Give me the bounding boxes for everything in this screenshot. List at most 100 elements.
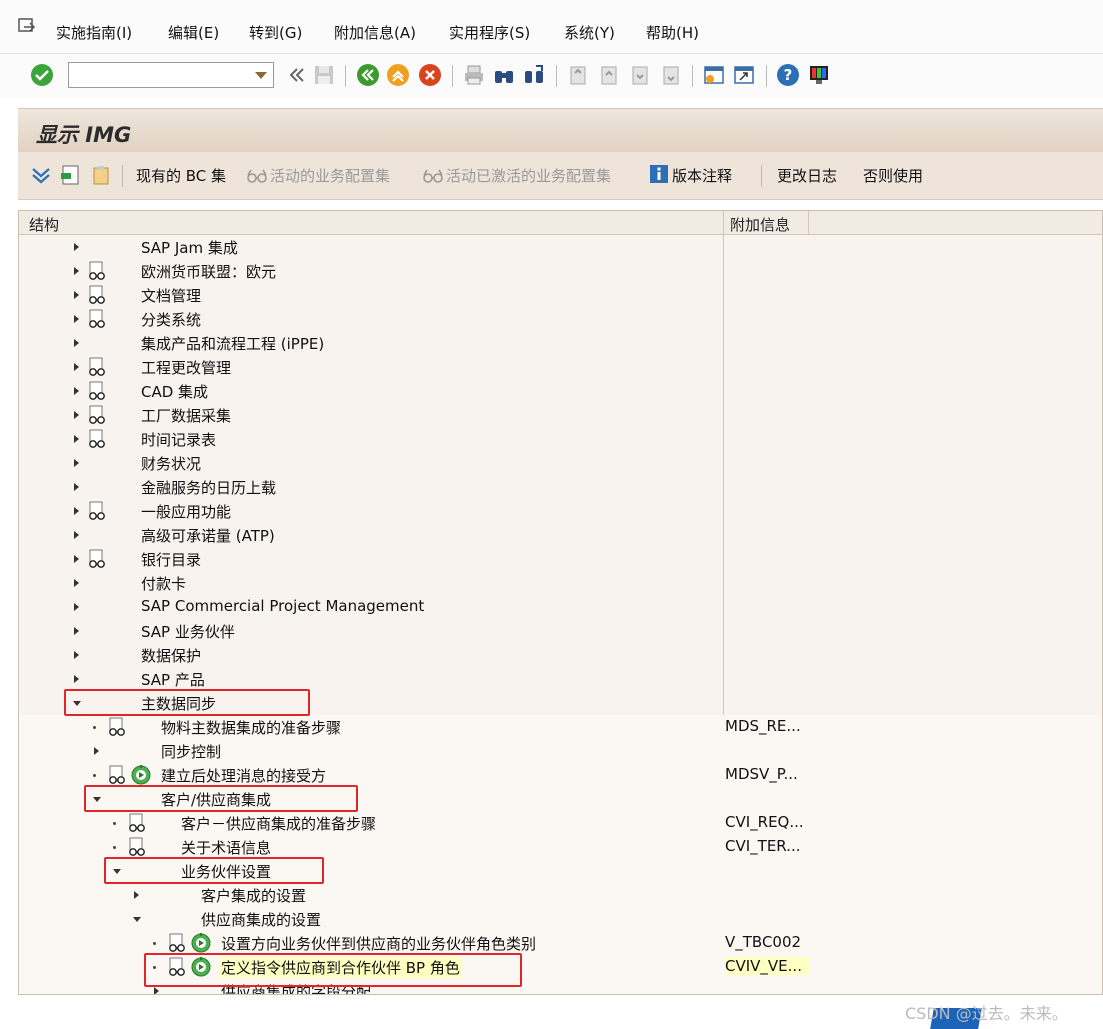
release-notes-button[interactable]: 版本注释 [672, 165, 732, 186]
dropdown-arrow-icon[interactable] [255, 72, 267, 79]
collapse-left-icon[interactable] [284, 63, 308, 87]
menu-item-guide[interactable]: 实施指南(I) [56, 22, 132, 43]
tree-node[interactable]: 文档管理 [19, 283, 1102, 307]
documentation-glasses-icon[interactable] [87, 549, 107, 569]
tree-node[interactable]: 工厂数据采集 [19, 403, 1102, 427]
help-icon[interactable]: ? [776, 63, 800, 87]
tree-node-label[interactable]: 客户－供应商集成的准备步骤 [179, 813, 378, 834]
tree-node-label[interactable]: 时间记录表 [139, 429, 218, 450]
documentation-glasses-icon[interactable] [167, 933, 187, 953]
expand-node-icon[interactable] [134, 891, 139, 899]
expand-node-icon[interactable] [74, 435, 79, 443]
tree-node[interactable]: 客户集成的设置 [19, 883, 1102, 907]
change-log-button[interactable]: 更改日志 [777, 165, 837, 186]
expand-node-icon[interactable] [74, 531, 79, 539]
documentation-glasses-icon[interactable] [87, 357, 107, 377]
documentation-glasses-icon[interactable] [87, 405, 107, 425]
column-header-additional-info[interactable]: 附加信息 [730, 214, 790, 235]
tree-node[interactable]: SAP Jam 集成 [19, 235, 1102, 259]
tree-node[interactable]: 数据保护 [19, 643, 1102, 667]
execute-activity-icon[interactable] [191, 933, 211, 953]
tree-node-label[interactable]: 高级可承诺量 (ATP) [139, 525, 277, 546]
find-icon[interactable] [492, 63, 516, 87]
execute-activity-icon[interactable] [131, 765, 151, 785]
expand-node-icon[interactable] [74, 483, 79, 491]
expand-node-icon[interactable] [74, 459, 79, 467]
expand-node-icon[interactable] [154, 987, 159, 994]
menu-item-utilities[interactable]: 实用程序(S) [449, 22, 530, 43]
expand-node-icon[interactable] [74, 507, 79, 515]
tree-node-label[interactable]: 客户集成的设置 [199, 885, 308, 906]
tree-node-label[interactable]: 供应商集成的设置 [199, 909, 323, 930]
tree-node[interactable]: 分类系统 [19, 307, 1102, 331]
expand-node-icon[interactable] [74, 243, 79, 251]
cancel-icon[interactable] [418, 63, 442, 87]
tree-node-label[interactable]: 集成产品和流程工程 (iPPE) [139, 333, 326, 354]
tree-node[interactable]: 工程更改管理 [19, 355, 1102, 379]
documentation-glasses-icon[interactable] [87, 501, 107, 521]
tree-node[interactable]: 财务状况 [19, 451, 1102, 475]
first-page-icon[interactable] [566, 63, 590, 87]
tree-node[interactable]: 设置方向业务伙伴到供应商的业务伙伴角色类别 V_TBC002 [19, 931, 1102, 955]
enter-check-icon[interactable] [30, 63, 54, 87]
info-icon[interactable] [649, 164, 669, 184]
documentation-glasses-icon[interactable] [127, 813, 147, 833]
tree-node[interactable]: 欧洲货币联盟：欧元 [19, 259, 1102, 283]
tree-node[interactable]: 物料主数据集成的准备步骤 MDS_RE... [19, 715, 1102, 739]
tree-node[interactable]: 建立后处理消息的接受方 MDSV_P... [19, 763, 1102, 787]
tree-node[interactable]: 时间记录表 [19, 427, 1102, 451]
menu-item-extras[interactable]: 附加信息(A) [334, 22, 416, 43]
tree-node[interactable]: 集成产品和流程工程 (iPPE) [19, 331, 1102, 355]
tree-node[interactable]: 客户－供应商集成的准备步骤 CVI_REQ... [19, 811, 1102, 835]
structure-icon[interactable] [60, 164, 82, 186]
tree-node-label[interactable]: SAP 业务伙伴 [139, 621, 237, 642]
expand-node-icon[interactable] [74, 291, 79, 299]
clipboard-icon[interactable] [90, 164, 112, 186]
find-next-icon[interactable] [522, 63, 546, 87]
expand-node-icon[interactable] [74, 339, 79, 347]
command-field[interactable] [68, 62, 274, 88]
tree-node-label[interactable]: 财务状况 [139, 453, 203, 474]
tree-node-label[interactable]: 同步控制 [159, 741, 223, 762]
new-session-icon[interactable] [702, 63, 726, 87]
tree-node-label[interactable]: SAP Commercial Project Management [139, 597, 426, 615]
documentation-glasses-icon[interactable] [127, 837, 147, 857]
tree-node-label[interactable]: 工程更改管理 [139, 357, 233, 378]
tree-node-label[interactable]: 文档管理 [139, 285, 203, 306]
existing-bc-sets-button[interactable]: 现有的 BC 集 [136, 165, 226, 186]
documentation-glasses-icon[interactable] [107, 765, 127, 785]
tree-node-label[interactable]: 数据保护 [139, 645, 203, 666]
expand-node-icon[interactable] [74, 267, 79, 275]
exit-icon[interactable] [386, 63, 410, 87]
next-page-icon[interactable] [628, 63, 652, 87]
tree-node-label[interactable]: 一般应用功能 [139, 501, 233, 522]
tree-node[interactable]: 一般应用功能 [19, 499, 1102, 523]
save-icon[interactable] [312, 63, 336, 87]
expand-node-icon[interactable] [74, 651, 79, 659]
tree-node-label[interactable]: 欧洲货币联盟：欧元 [139, 261, 278, 282]
expand-node-icon[interactable] [74, 675, 79, 683]
tree-node[interactable]: SAP 业务伙伴 [19, 619, 1102, 643]
expand-all-icon[interactable] [30, 164, 52, 186]
tree-node[interactable]: CAD 集成 [19, 379, 1102, 403]
tree-node-label[interactable]: 物料主数据集成的准备步骤 [159, 717, 343, 738]
menu-item-system[interactable]: 系统(Y) [564, 22, 615, 43]
back-icon[interactable] [356, 63, 380, 87]
otherwise-used-button[interactable]: 否则使用 [863, 165, 923, 186]
tree-node-label[interactable]: 金融服务的日历上载 [139, 477, 278, 498]
menu-item-edit[interactable]: 编辑(E) [168, 22, 219, 43]
expand-node-icon[interactable] [74, 387, 79, 395]
activated-bc-sets-button[interactable]: 活动已激活的业务配置集 [446, 165, 611, 186]
documentation-glasses-icon[interactable] [87, 429, 107, 449]
tree-node-label[interactable]: 设置方向业务伙伴到供应商的业务伙伴角色类别 [219, 933, 538, 954]
shortcut-icon[interactable] [732, 63, 756, 87]
print-icon[interactable] [462, 63, 486, 87]
tree-node-label[interactable]: CAD 集成 [139, 381, 210, 402]
previous-page-icon[interactable] [597, 63, 621, 87]
expand-node-icon[interactable] [74, 315, 79, 323]
tree-node[interactable]: 高级可承诺量 (ATP) [19, 523, 1102, 547]
menu-item-help[interactable]: 帮助(H) [646, 22, 699, 43]
tree-node[interactable]: 供应商集成的设置 [19, 907, 1102, 931]
expand-node-icon[interactable] [74, 579, 79, 587]
tree-node-label[interactable]: SAP 产品 [139, 669, 207, 690]
